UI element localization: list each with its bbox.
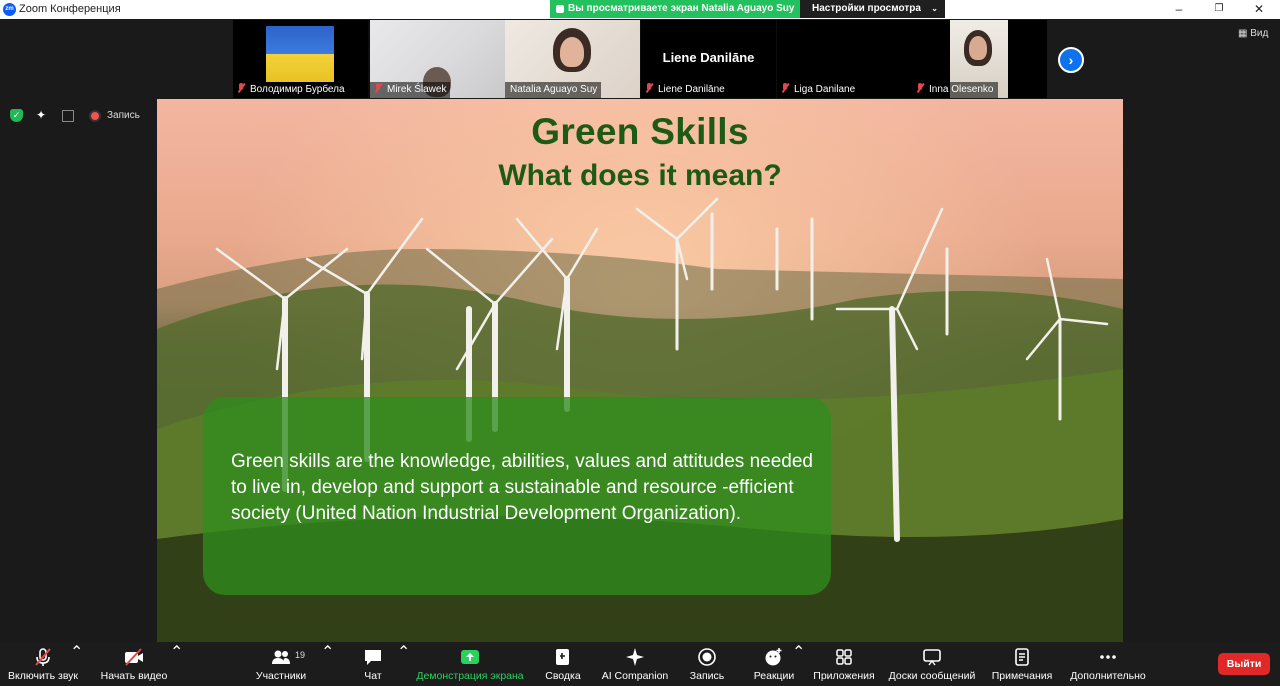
apps-grid-icon[interactable]	[62, 110, 74, 122]
participant-name: Володимир Бурбела	[233, 82, 349, 98]
slide-subtitle: What does it mean?	[498, 159, 782, 192]
participant-gallery: Володимир Бурбела Mirek Ślawek Natalia A…	[233, 20, 1047, 98]
encryption-shield-icon[interactable]: ✓	[10, 109, 23, 122]
chat-options-caret[interactable]: ⌃	[397, 642, 410, 686]
flag-avatar	[266, 26, 334, 82]
record-button[interactable]: Запись	[683, 642, 731, 686]
meeting-toolbar: Включить звук ⌃ Начать видео ⌃ 19 Участн…	[0, 642, 1280, 686]
face	[560, 37, 584, 67]
ai-companion-button[interactable]: AI Companion	[600, 642, 670, 686]
view-settings-label: Настройки просмотра	[812, 3, 921, 14]
participant-count: 19	[295, 650, 306, 660]
screen-share-banner: Вы просматриваете экран Natalia Aguayo S…	[550, 0, 800, 18]
participant-tile-active-speaker[interactable]: Natalia Aguayo Suy	[505, 20, 640, 98]
participant-name: Mirek Ślawek	[370, 82, 451, 98]
summary-button[interactable]: Сводка	[540, 642, 586, 686]
definition-callout: Green skills are the knowledge, abilitie…	[203, 397, 831, 595]
participant-tile[interactable]: Liga Danilane	[777, 20, 912, 98]
recording-label: Запись	[107, 110, 140, 121]
more-button[interactable]: Дополнительно	[1066, 642, 1150, 686]
participant-tile[interactable]: Inna Olesenko	[912, 20, 1047, 98]
zoom-logo-icon: zm	[3, 3, 16, 16]
share-screen-button[interactable]: Демонстрация экрана	[414, 642, 526, 686]
participants-options-caret[interactable]: ⌃	[321, 642, 334, 686]
window-titlebar: zm Zoom Конференция Вы просматриваете эк…	[0, 0, 1280, 19]
share-banner-text: Вы просматриваете экран Natalia Aguayo S…	[568, 3, 795, 14]
video-options-caret[interactable]: ⌃	[170, 642, 183, 686]
start-video-button[interactable]: Начать видео	[93, 642, 175, 686]
notes-button[interactable]: Примечания	[990, 642, 1054, 686]
face	[969, 36, 987, 60]
audio-options-caret[interactable]: ⌃	[70, 642, 83, 686]
window-title: Zoom Конференция	[19, 3, 121, 15]
participant-tile[interactable]: Володимир Бурбела	[233, 20, 368, 98]
apps-button[interactable]: Приложения	[812, 642, 876, 686]
more-icon	[1100, 655, 1116, 659]
chevron-down-icon: ⌄	[931, 4, 938, 13]
view-settings-dropdown[interactable]: Настройки просмотра ⌄	[800, 0, 945, 18]
whiteboards-button[interactable]: Доски сообщений	[886, 642, 978, 686]
whiteboard-icon	[923, 649, 941, 666]
grid-icon: ▦	[1238, 28, 1251, 39]
gallery-next-button[interactable]: ›	[1058, 47, 1084, 73]
definition-text: Green skills are the knowledge, abilitie…	[231, 451, 813, 524]
chat-button[interactable]: Чат	[353, 642, 393, 686]
share-screen-icon	[461, 650, 479, 664]
participant-name: Liene Danilāne	[641, 82, 729, 98]
ai-sparkle-icon[interactable]: ✦	[36, 108, 46, 122]
notes-icon	[1015, 648, 1029, 666]
mic-muted-icon	[645, 83, 653, 93]
participant-tile[interactable]: Mirek Ślawek	[370, 20, 505, 98]
ai-companion-icon	[626, 648, 644, 666]
reactions-options-caret[interactable]: ⌃	[792, 642, 805, 686]
participant-name: Inna Olesenko	[912, 82, 998, 98]
video-off-icon	[125, 648, 143, 666]
chat-icon	[365, 650, 381, 665]
mic-muted-icon	[35, 648, 51, 666]
participant-name: Natalia Aguayo Suy	[505, 82, 602, 98]
leave-meeting-button[interactable]: Выйти	[1218, 653, 1270, 675]
view-button[interactable]: ▦ Вид	[1238, 28, 1268, 39]
participant-name: Liga Danilane	[777, 82, 860, 98]
slide-title: Green Skills	[531, 111, 749, 152]
recording-dot-icon	[89, 110, 101, 122]
participants-icon	[272, 650, 290, 664]
record-icon	[698, 648, 716, 666]
reactions-icon	[765, 648, 782, 666]
mic-muted-icon	[916, 83, 924, 93]
minimize-button[interactable]: –	[1164, 1, 1194, 17]
participants-button[interactable]: 19 Участники	[250, 642, 312, 686]
speaker-icon	[556, 5, 564, 13]
apps-icon	[836, 649, 852, 665]
participant-display-name: Liene Danilāne	[662, 50, 755, 65]
mic-muted-icon	[781, 83, 789, 93]
restore-button[interactable]: ❐	[1204, 1, 1234, 17]
mic-muted-icon	[237, 83, 245, 93]
mic-muted-icon	[374, 83, 382, 93]
summary-icon	[556, 649, 569, 665]
shared-screen-slide: Green Skills What does it mean? Green sk…	[157, 99, 1123, 642]
participant-tile[interactable]: Liene Danilāne Liene Danilāne	[641, 20, 776, 98]
close-button[interactable]: ✕	[1244, 1, 1274, 17]
